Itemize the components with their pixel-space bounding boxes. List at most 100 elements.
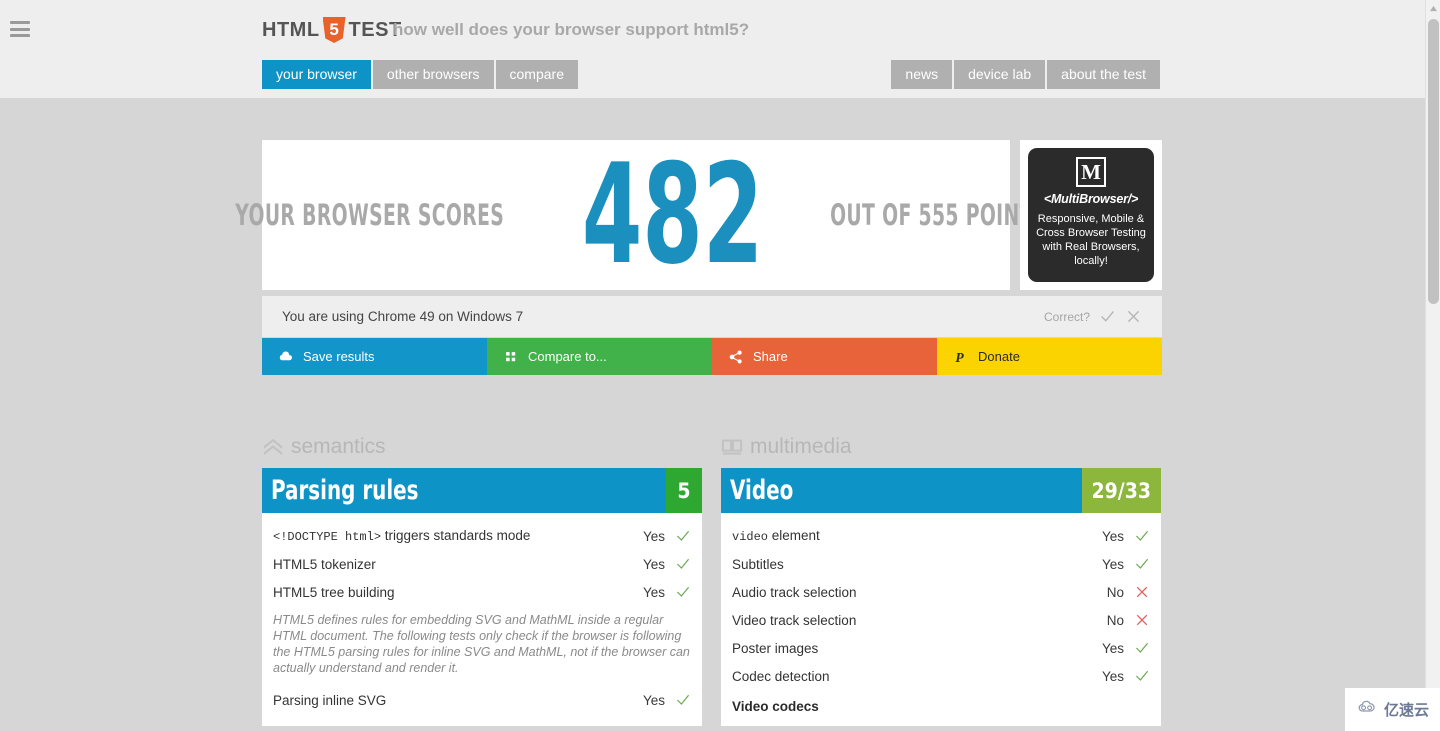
hamburger-bar <box>10 27 30 31</box>
score-prefix-label: YOUR BROWSER SCORES <box>235 198 505 232</box>
results-columns: semantics Parsing rules 5 <!DOCTYPE html… <box>262 431 1162 726</box>
multibrowser-logo-icon: M <box>1076 157 1106 187</box>
card-score-badge: 29/33 <box>1081 468 1161 513</box>
check-icon[interactable] <box>1099 308 1116 325</box>
card-video: Video 29/33 video element Yes Subtitles … <box>721 468 1161 726</box>
cloud-icon <box>277 348 294 365</box>
card-header: Parsing rules 5 <box>262 468 702 513</box>
score-banner: YOUR BROWSER SCORES 482 OUT OF 555 POINT… <box>236 134 1046 295</box>
tab-other-browsers[interactable]: other browsers <box>372 60 494 89</box>
media-screen-icon <box>721 437 743 457</box>
card-body: <!DOCTYPE html> triggers standards mode … <box>262 513 702 726</box>
hamburger-bar <box>10 21 30 24</box>
check-icon <box>665 528 691 544</box>
correct-label: Correct? <box>1043 309 1090 324</box>
test-value: Yes <box>1101 556 1124 572</box>
share-label: Share <box>753 349 788 364</box>
detected-browser-text: You are using Chrome 49 on Windows 7 <box>282 309 524 324</box>
score-value: 482 <box>581 134 764 295</box>
test-name: HTML5 tokenizer <box>273 556 376 572</box>
test-name: Subtitles <box>732 556 784 572</box>
brand-prefix: HTML <box>262 19 320 41</box>
tab-device-lab[interactable]: device lab <box>954 60 1046 89</box>
save-results-button[interactable]: Save results <box>262 338 487 375</box>
ad-description: Responsive, Mobile & Cross Browser Testi… <box>1036 213 1146 267</box>
category-label: multimedia <box>750 435 852 458</box>
compare-to-button[interactable]: Compare to... <box>487 338 712 375</box>
test-name: Parsing inline SVG <box>273 692 387 708</box>
scrollbar-thumb[interactable] <box>1428 19 1439 304</box>
card-title: Video <box>730 475 794 506</box>
test-row: Parsing inline SVG Yes <box>273 686 691 714</box>
check-icon <box>665 584 691 600</box>
test-value: Yes <box>642 584 665 600</box>
test-row: Subtitles Yes <box>732 550 1150 578</box>
check-icon <box>665 556 691 572</box>
check-icon <box>1124 528 1150 544</box>
watermark-text: 亿速云 <box>1383 701 1429 719</box>
share-button[interactable]: Share <box>712 338 937 375</box>
site-logo[interactable]: HTML 5 TEST <box>262 17 402 43</box>
grid-icon <box>502 348 519 365</box>
ad-card[interactable]: M <MultiBrowser/> Responsive, Mobile & C… <box>1028 148 1154 282</box>
category-label: semantics <box>291 435 386 458</box>
test-row: Codec detection Yes <box>732 662 1150 690</box>
close-icon[interactable] <box>1125 308 1142 325</box>
advertisement[interactable]: M <MultiBrowser/> Responsive, Mobile & C… <box>1020 140 1162 290</box>
test-name: <!DOCTYPE html> triggers standards mode <box>273 528 629 544</box>
svg-text:P: P <box>955 349 964 364</box>
test-name: Audio track selection <box>732 584 857 600</box>
ad-title: <MultiBrowser/> <box>1043 192 1139 206</box>
test-row: video element Yes <box>732 522 1150 550</box>
test-name: Poster images <box>732 640 819 656</box>
action-bar: Save results Compare to... Share P Donat… <box>262 338 1162 375</box>
check-icon <box>1124 556 1150 572</box>
vertical-scrollbar[interactable] <box>1425 0 1440 731</box>
test-value: Yes <box>642 528 665 544</box>
site-tagline: how well does your browser support html5… <box>393 20 750 39</box>
secondary-nav: news device lab about the test <box>891 60 1160 89</box>
caret-up-icon[interactable] <box>1426 0 1440 16</box>
test-name: video element <box>732 528 1088 544</box>
donate-button[interactable]: P Donate <box>937 338 1162 375</box>
card-subheading: Video codecs <box>732 699 819 714</box>
close-icon <box>1124 612 1150 628</box>
column-multimedia: multimedia Video 29/33 video element Yes <box>721 431 1161 726</box>
test-row: HTML5 tokenizer Yes <box>273 550 691 578</box>
category-header-semantics: semantics <box>262 431 702 463</box>
save-results-label: Save results <box>303 349 375 364</box>
test-name-rest: triggers standards mode <box>381 528 531 543</box>
test-value: Yes <box>1101 528 1124 544</box>
close-icon <box>1124 584 1150 600</box>
test-name-code: <!DOCTYPE html> <box>273 530 382 544</box>
compare-to-label: Compare to... <box>528 349 607 364</box>
tab-about-the-test[interactable]: about the test <box>1047 60 1160 89</box>
browser-detection-bar: You are using Chrome 49 on Windows 7 Cor… <box>262 296 1162 337</box>
tab-news[interactable]: news <box>891 60 953 89</box>
site-header: HTML 5 TEST how well does your browser s… <box>0 0 1425 98</box>
hamburger-bar <box>10 34 30 37</box>
tab-compare[interactable]: compare <box>495 60 578 89</box>
watermark: 亿速云 <box>1345 688 1440 731</box>
test-row: HTML5 tree building Yes <box>273 578 691 606</box>
chevrons-up-icon <box>262 437 284 457</box>
test-value: Yes <box>1101 640 1124 656</box>
html5-shield-icon: 5 <box>322 17 346 43</box>
test-name-code: video <box>732 530 769 544</box>
test-value: No <box>1106 612 1124 628</box>
card-parsing-rules: Parsing rules 5 <!DOCTYPE html> triggers… <box>262 468 702 726</box>
check-icon <box>1124 640 1150 656</box>
test-row: Video track selection No <box>732 606 1150 634</box>
test-row: Poster images Yes <box>732 634 1150 662</box>
category-header-multimedia: multimedia <box>721 431 1161 463</box>
card-header: Video 29/33 <box>721 468 1161 513</box>
correct-confirmation-group: Correct? <box>1044 308 1142 325</box>
tab-your-browser[interactable]: your browser <box>262 60 371 89</box>
test-value: No <box>1106 584 1124 600</box>
hamburger-icon[interactable] <box>10 21 30 37</box>
check-icon <box>1124 668 1150 684</box>
test-name: Codec detection <box>732 668 830 684</box>
score-section: YOUR BROWSER SCORES 482 OUT OF 555 POINT… <box>236 134 1162 295</box>
test-row: <!DOCTYPE html> triggers standards mode … <box>273 522 691 550</box>
donate-label: Donate <box>978 349 1020 364</box>
